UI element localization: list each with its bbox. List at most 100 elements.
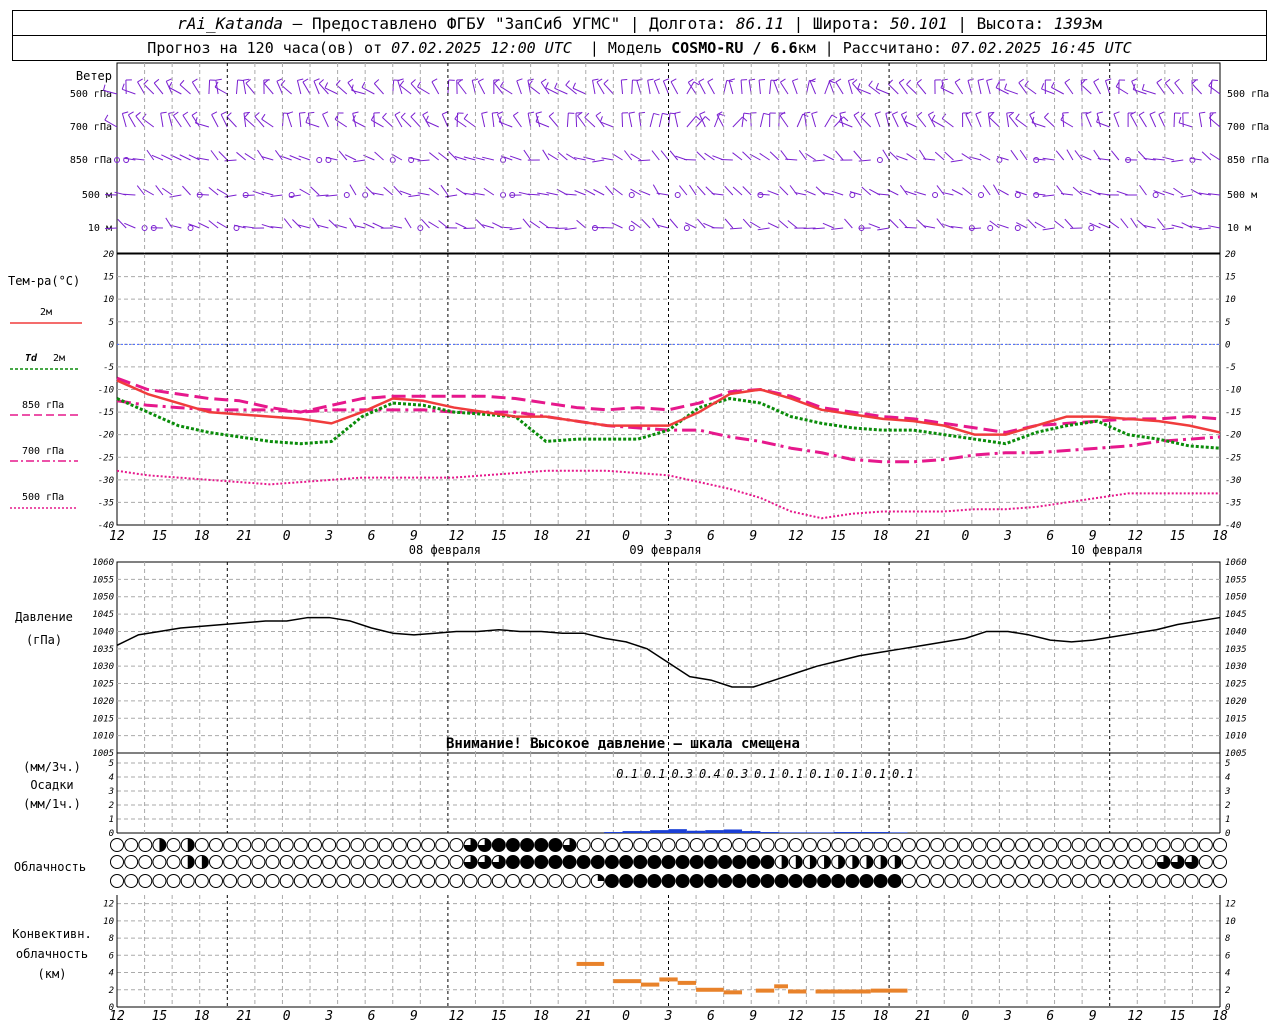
wind-barb bbox=[823, 154, 835, 161]
pressure-ytick-left: 1060 bbox=[92, 558, 114, 568]
cloud-circle-outline bbox=[378, 874, 393, 888]
wind-barb bbox=[779, 186, 789, 196]
cloud-circle-outline bbox=[788, 838, 803, 852]
precip-3h-label: 0.1 bbox=[782, 767, 804, 781]
cloud-circle bbox=[788, 855, 803, 869]
conv-xtick-label: 9 bbox=[749, 1009, 757, 1024]
wind-calm-circle bbox=[187, 225, 194, 231]
wind-barb bbox=[732, 116, 743, 128]
cloud-circle-outline bbox=[421, 855, 436, 869]
cloud-circle bbox=[1000, 874, 1015, 888]
cloud-circle-outline bbox=[817, 838, 832, 852]
wind-barb bbox=[662, 80, 669, 95]
wind-barb-flag bbox=[308, 111, 315, 114]
wind-barb-flag bbox=[743, 112, 750, 115]
meteogram: Ветер 500 гПа 500 гПа 700 гПа 700 гПа 850 гПа… bbox=[8, 62, 1269, 1024]
wind-barb-flag bbox=[995, 82, 1000, 88]
wind-calm-circle bbox=[316, 157, 323, 163]
wind-barb bbox=[334, 118, 348, 128]
conv-xtick-label: 18 bbox=[873, 1009, 889, 1024]
wind-barb-flag bbox=[1165, 78, 1171, 84]
conv-bar bbox=[787, 989, 807, 994]
conv-ytick-left: 8 bbox=[109, 934, 114, 944]
cloud-circle bbox=[152, 874, 167, 888]
wind-calm-circle bbox=[1152, 192, 1159, 198]
cloud-circle-outline bbox=[124, 855, 139, 869]
wind-barb bbox=[535, 121, 550, 128]
temp-ytick-left: 5 bbox=[109, 318, 114, 328]
cloud-circle-outline bbox=[1043, 855, 1058, 869]
cloud-circle-outline bbox=[350, 855, 365, 869]
cloud-circle bbox=[237, 874, 252, 888]
wind-barb-flag bbox=[654, 78, 661, 82]
temp-xtick-label: 0 bbox=[962, 529, 970, 544]
wind-barb bbox=[196, 193, 209, 196]
wind-calm-circle bbox=[757, 192, 764, 198]
cloud-circle-outline bbox=[364, 874, 379, 888]
cloud-circle-outline bbox=[1128, 855, 1143, 869]
wind-barb bbox=[1130, 217, 1138, 229]
cloud-circle-outline bbox=[1015, 838, 1030, 852]
wind-barb bbox=[1156, 82, 1166, 95]
wind-barb bbox=[512, 115, 522, 128]
wind-barb bbox=[670, 81, 679, 95]
wind-barb bbox=[773, 80, 780, 95]
wind-barb bbox=[732, 152, 743, 161]
precip-ytick-right: 4 bbox=[1225, 773, 1230, 783]
cloud-circle bbox=[138, 838, 153, 852]
wind-barb bbox=[275, 149, 283, 161]
wind-barb bbox=[542, 149, 550, 161]
wind-calm-circle bbox=[987, 225, 994, 231]
cloud-circle bbox=[548, 838, 563, 852]
conv-bar bbox=[576, 961, 605, 966]
cloud-circle-outline bbox=[576, 838, 591, 852]
wind-barb-flag bbox=[361, 81, 366, 88]
wind-calm-circle bbox=[683, 225, 690, 231]
wind-barb bbox=[1033, 158, 1046, 161]
cloud-circle-outline bbox=[1099, 874, 1114, 888]
wind-barb bbox=[698, 81, 706, 95]
wind-barb bbox=[161, 154, 173, 161]
wind-barb bbox=[835, 81, 844, 95]
cloud-circle-outline bbox=[1170, 838, 1185, 852]
wind-barb-flag bbox=[875, 82, 879, 89]
temp-ytick-right: -10 bbox=[1225, 386, 1241, 396]
wind-barb bbox=[612, 187, 623, 196]
wind-barb bbox=[898, 82, 908, 95]
cloud-circle bbox=[322, 855, 337, 869]
wind-barb-flag bbox=[137, 78, 143, 83]
cloud-circle-outline bbox=[378, 855, 393, 869]
wind-barb bbox=[977, 80, 982, 95]
wind-barb bbox=[523, 149, 532, 161]
wind-barb bbox=[243, 113, 247, 128]
temp-xtick-label: 12 bbox=[109, 529, 125, 544]
wind-barb-flag bbox=[244, 112, 249, 118]
cloud-circle bbox=[449, 855, 464, 869]
cloud-circle bbox=[661, 855, 676, 869]
cloud-circle bbox=[619, 874, 634, 888]
wind-barb bbox=[1060, 119, 1074, 128]
wind-barb-flag bbox=[1044, 112, 1049, 118]
cloud-circle bbox=[859, 855, 874, 869]
cloud-circle bbox=[972, 838, 987, 852]
cloud-circle bbox=[1213, 874, 1227, 888]
cloud-circle bbox=[930, 838, 945, 852]
cloud-circle bbox=[1213, 838, 1227, 852]
wind-barb bbox=[767, 190, 779, 196]
cloud-circle bbox=[110, 838, 124, 852]
cloud-circle-outline bbox=[703, 838, 718, 852]
cloud-circle-outline bbox=[534, 855, 549, 869]
wind-barb-flag bbox=[638, 111, 646, 114]
wind-barb bbox=[169, 194, 182, 198]
cloud-circle bbox=[1170, 855, 1185, 869]
cloud-circle-outline bbox=[901, 838, 916, 852]
cloud-circle bbox=[675, 855, 690, 869]
precip-bar bbox=[604, 832, 623, 833]
pressure-ytick-left: 1020 bbox=[92, 697, 114, 707]
wind-barb bbox=[660, 150, 669, 161]
cloud-circle bbox=[1170, 874, 1185, 888]
conv-title-1: Конвективн. bbox=[12, 927, 91, 941]
cloud-circle bbox=[265, 855, 280, 869]
wind-barb-flag bbox=[941, 78, 948, 81]
wind-barb bbox=[445, 194, 458, 198]
